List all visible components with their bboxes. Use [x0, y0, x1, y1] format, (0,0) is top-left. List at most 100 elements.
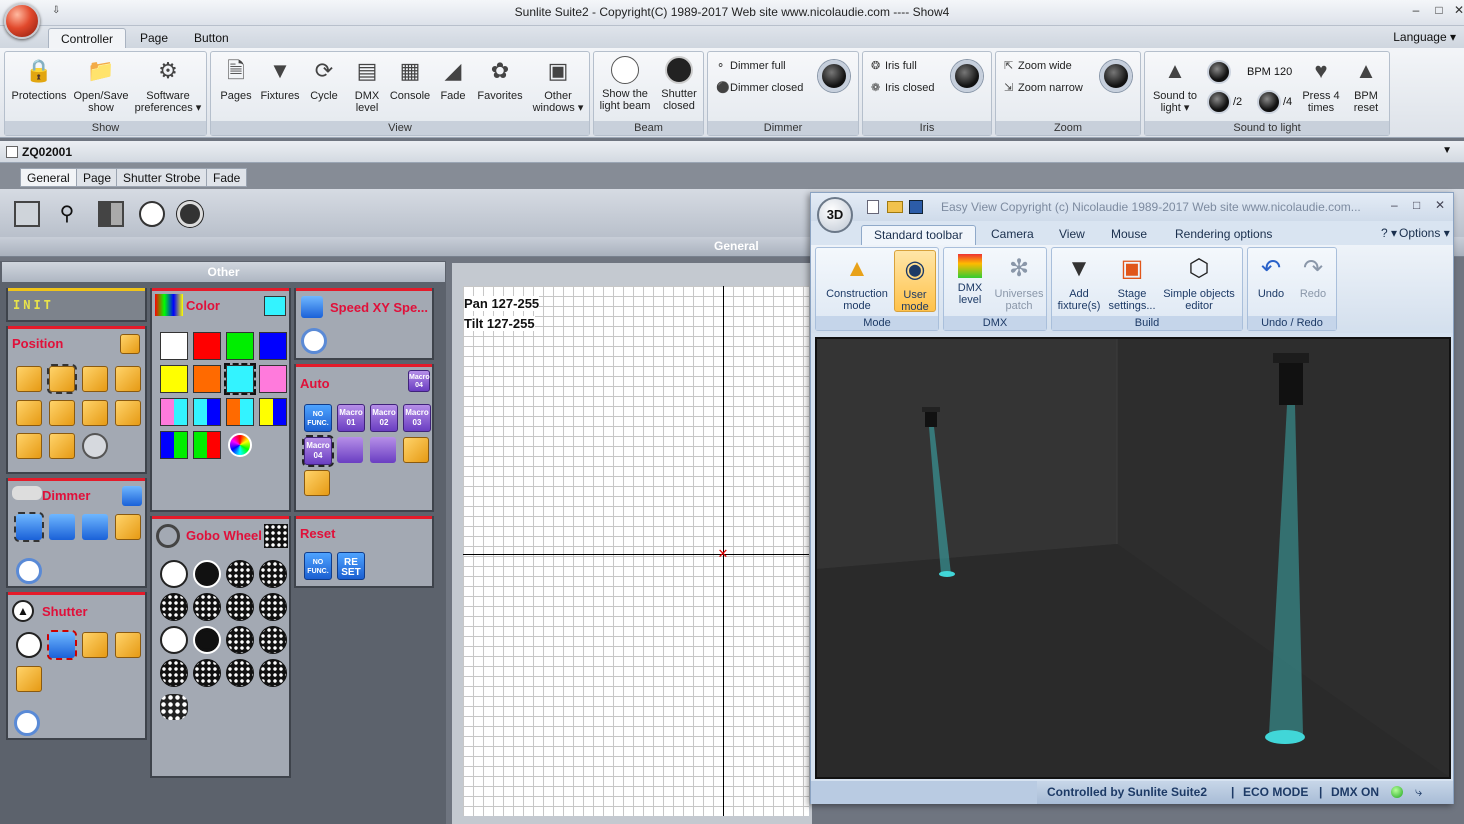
color-split-1[interactable] — [160, 398, 188, 426]
color-wheel-icon[interactable] — [228, 433, 252, 457]
ev-maximize-icon[interactable]: □ — [1413, 198, 1420, 212]
color-split-5[interactable] — [160, 431, 188, 459]
ev-close-icon[interactable]: ✕ — [1435, 198, 1445, 212]
shutter-closed-button[interactable]: Shutter closed — [654, 56, 704, 112]
tab-general[interactable]: General — [20, 168, 77, 187]
tab-mouse[interactable]: Mouse — [1099, 225, 1159, 245]
gobo-ring-2[interactable] — [193, 626, 221, 654]
color-red[interactable] — [193, 332, 221, 360]
gobo-rotate-icon[interactable] — [160, 694, 188, 720]
sound-to-light-button[interactable]: ▲ Sound to light ▾ — [1147, 56, 1203, 114]
color-split-6[interactable] — [193, 431, 221, 459]
iris-closed-button[interactable]: ❁ Iris closed — [871, 79, 935, 97]
ev-minimize-icon[interactable]: – — [1391, 198, 1398, 212]
position-circle-button[interactable] — [16, 366, 42, 392]
iris-knob[interactable] — [951, 60, 983, 92]
bpm-reset-button[interactable]: ▲ BPM reset — [1345, 56, 1387, 114]
stage-settings-button[interactable]: ▣ Stage settings... — [1104, 254, 1160, 312]
shutter-preset-4[interactable] — [115, 632, 141, 658]
3d-viewport[interactable] — [815, 337, 1451, 779]
open-folder-icon[interactable] — [887, 201, 903, 213]
init-box[interactable]: INIT — [6, 288, 147, 322]
shutter-strobe-button[interactable] — [47, 630, 77, 660]
auto-speed-button[interactable] — [403, 437, 429, 463]
position-center-button[interactable] — [47, 364, 77, 394]
gobo-star-2[interactable] — [226, 626, 254, 654]
language-menu[interactable]: Language ▾ — [1393, 30, 1456, 44]
color-white[interactable] — [160, 332, 188, 360]
gobo-open[interactable] — [160, 560, 188, 588]
new-file-icon[interactable] — [867, 200, 879, 214]
tab-page[interactable]: Page — [128, 28, 180, 48]
open-save-button[interactable]: 📁 Open/Save show — [71, 56, 131, 114]
fade-button[interactable]: ◢ Fade — [433, 56, 473, 102]
reset-button[interactable]: RE SET — [337, 552, 365, 580]
color-split-4[interactable] — [259, 398, 287, 426]
close-icon[interactable]: ✕ — [1448, 3, 1464, 17]
color-split-3[interactable] — [226, 398, 254, 426]
color-green[interactable] — [226, 332, 254, 360]
position-double-horizontal-button[interactable] — [115, 400, 141, 426]
construction-mode-button[interactable]: ▲ Construction mode — [820, 254, 894, 312]
pages-button[interactable]: 🗎 Pages — [213, 56, 259, 102]
simple-objects-editor-button[interactable]: ⬡ Simple objects editor — [1158, 254, 1240, 312]
zoom-wide-button[interactable]: ⇱ Zoom wide — [1004, 57, 1072, 75]
gobo-star[interactable] — [226, 560, 254, 588]
save-icon[interactable] — [909, 200, 923, 214]
cycle-button[interactable]: ⟳ Cycle — [301, 56, 347, 102]
undo-button[interactable]: ↶ Undo — [1250, 254, 1292, 300]
bpm-button[interactable] — [1207, 60, 1231, 84]
macro-02-button[interactable]: Macro 02 — [370, 404, 398, 432]
maximize-icon[interactable]: □ — [1428, 3, 1450, 17]
dimmer-preset-1[interactable] — [14, 512, 44, 542]
redo-button[interactable]: ↷ Redo — [1292, 254, 1334, 300]
tab-fade[interactable]: Fade — [206, 168, 248, 187]
dimmer-full-button[interactable]: ⚬ Dimmer full — [716, 57, 786, 75]
tab-view[interactable]: View — [1047, 225, 1097, 245]
gobo-dots-2[interactable] — [193, 659, 221, 687]
dimmer-preset-3[interactable] — [82, 514, 108, 540]
gobo-spiral[interactable] — [226, 593, 254, 621]
color-blue[interactable] — [259, 332, 287, 360]
tab-shutter-strobe[interactable]: Shutter Strobe — [116, 168, 208, 187]
layout-icon[interactable] — [98, 201, 124, 227]
position-horizontal-button[interactable] — [82, 400, 108, 426]
tab-controller[interactable]: Controller — [48, 28, 127, 48]
press-4-times-button[interactable]: ♥ Press 4 times — [1297, 56, 1345, 114]
position-eight-button[interactable] — [49, 400, 75, 426]
chevron-down-icon[interactable]: ▼ — [1442, 145, 1452, 156]
gobo-ring[interactable] — [193, 560, 221, 588]
user-mode-button[interactable]: ◉ User mode — [894, 250, 936, 313]
gobo-spiral-2[interactable] — [226, 659, 254, 687]
half-bpm-button[interactable] — [1207, 90, 1231, 114]
gobo-cluster[interactable] — [259, 560, 287, 588]
macro-03-button[interactable]: Macro 03 — [403, 404, 431, 432]
software-preferences-button[interactable]: ⚙ Software preferences ▾ — [133, 56, 203, 114]
tab-button[interactable]: Button — [182, 28, 241, 48]
add-fixtures-button[interactable]: ▼ Add fixture(s) — [1054, 254, 1104, 312]
music-macro-button[interactable] — [370, 437, 396, 463]
pan-tilt-grid[interactable]: ✕ Pan 127-255 Tilt 127-255 — [463, 286, 809, 816]
shutter-speed-dial[interactable] — [14, 710, 40, 736]
universes-patch-button[interactable]: ✻ Universes patch — [992, 254, 1046, 312]
ev-dmx-level-button[interactable]: DMX level — [948, 254, 992, 306]
gobo-splash[interactable] — [160, 593, 188, 621]
quarter-bpm-button[interactable] — [1257, 90, 1281, 114]
help-icon[interactable]: ? ▾ — [1381, 226, 1397, 240]
gobo-zebra[interactable] — [259, 593, 287, 621]
color-split-2[interactable] — [193, 398, 221, 426]
position-spiral-button[interactable] — [16, 400, 42, 426]
black-circle-icon[interactable] — [177, 201, 203, 227]
easy-view-3d-badge[interactable]: 3D — [817, 197, 853, 233]
dmx-level-button[interactable]: ▤ DMX level — [345, 56, 389, 114]
white-circle-icon[interactable] — [139, 201, 165, 227]
fixtures-button[interactable]: ▼ Fixtures — [257, 56, 303, 102]
shutter-preset-3[interactable] — [82, 632, 108, 658]
auto-gear-button[interactable] — [304, 470, 330, 496]
sound-macro-button[interactable] — [337, 437, 363, 463]
pan-tilt-cursor-icon[interactable]: ✕ — [716, 547, 730, 561]
tab-camera[interactable]: Camera — [979, 225, 1046, 245]
tab-standard-toolbar[interactable]: Standard toolbar — [861, 225, 976, 245]
position-vertical-button[interactable] — [16, 433, 42, 459]
position-double-vertical-button[interactable] — [49, 433, 75, 459]
